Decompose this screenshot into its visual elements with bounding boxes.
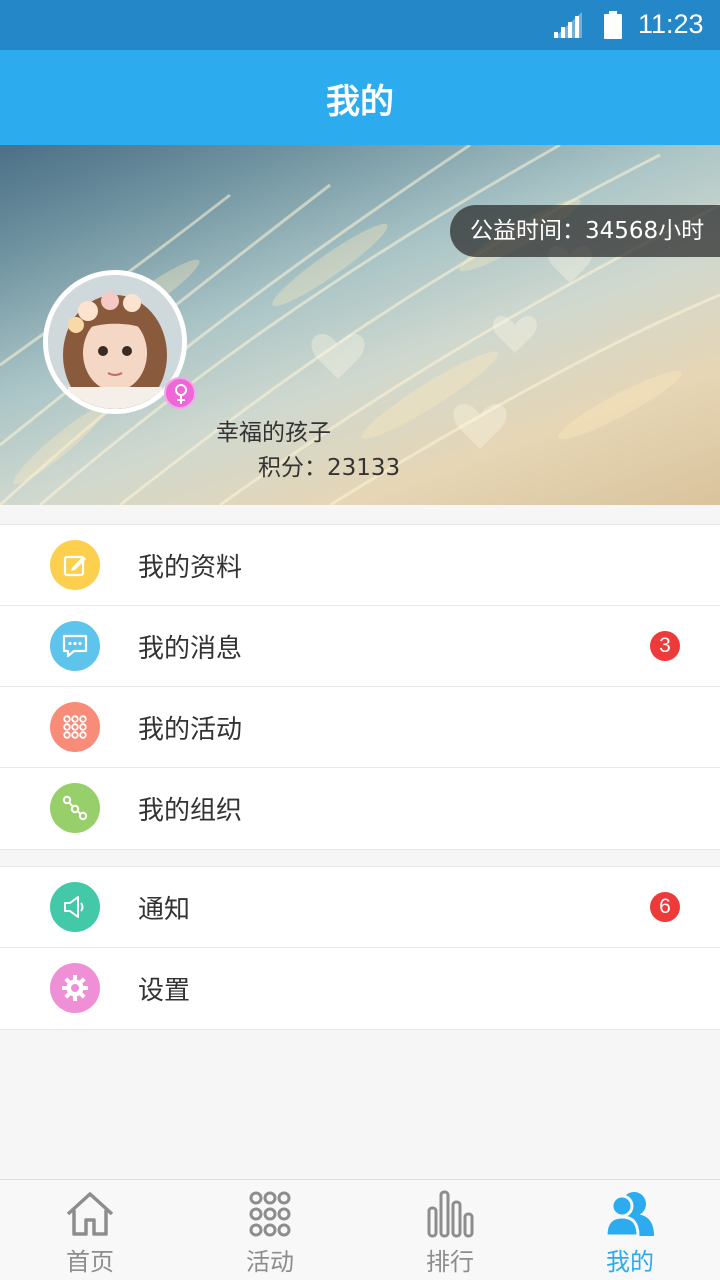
bar-chart-icon bbox=[427, 1190, 474, 1238]
signal-icon bbox=[554, 12, 582, 38]
menu-item-label: 我的消息 bbox=[138, 634, 243, 664]
menu-item-label: 通知 bbox=[138, 895, 191, 925]
nodes-icon bbox=[50, 783, 100, 833]
battery-icon bbox=[604, 11, 622, 39]
people-icon bbox=[604, 1192, 654, 1238]
tab-label: 活动 bbox=[246, 1248, 294, 1276]
username: 幸福的孩子 bbox=[216, 420, 331, 446]
tab-label: 排行 bbox=[426, 1248, 474, 1276]
menu-item-label: 我的活动 bbox=[138, 715, 243, 745]
message-icon bbox=[50, 621, 100, 671]
tab-activities[interactable]: 活动 bbox=[180, 1180, 360, 1280]
menu-item-organization[interactable]: 我的组织 bbox=[0, 768, 720, 849]
edit-icon bbox=[50, 540, 100, 590]
menu-secondary: 通知 6 设置 bbox=[0, 866, 720, 1030]
tab-mine[interactable]: 我的 bbox=[540, 1180, 720, 1280]
menu-item-label: 我的组织 bbox=[138, 796, 243, 826]
bottom-tab-bar: 首页 活动 排行 我的 bbox=[0, 1179, 720, 1280]
status-time: 11:23 bbox=[638, 9, 704, 39]
avatar-photo bbox=[48, 275, 182, 409]
title-bar: 我的 bbox=[0, 50, 720, 145]
grid-dots-icon bbox=[249, 1191, 291, 1237]
unread-badge: 3 bbox=[650, 631, 680, 661]
menu-item-label: 我的资料 bbox=[138, 553, 243, 583]
tab-home[interactable]: 首页 bbox=[0, 1180, 180, 1280]
unread-badge: 6 bbox=[650, 892, 680, 922]
menu-item-notifications[interactable]: 通知 6 bbox=[0, 867, 720, 948]
status-bar: 11:23 bbox=[0, 0, 720, 50]
points: 积分：23133 bbox=[258, 455, 401, 481]
menu-item-label: 设置 bbox=[138, 976, 191, 1006]
speaker-icon bbox=[50, 882, 100, 932]
tab-ranking[interactable]: 排行 bbox=[360, 1180, 540, 1280]
menu-item-messages[interactable]: 我的消息 3 bbox=[0, 606, 720, 687]
menu-primary: 我的资料 我的消息 3 我的活动 我的组织 bbox=[0, 524, 720, 850]
tab-label: 我的 bbox=[606, 1248, 654, 1276]
service-hours-badge: 公益时间：34568小时 bbox=[450, 205, 720, 257]
profile-banner: 公益时间：34568小时 幸福的孩子 积分：23133 bbox=[0, 145, 720, 505]
grid-dots-icon bbox=[50, 702, 100, 752]
tab-label: 首页 bbox=[66, 1248, 114, 1276]
page-title: 我的 bbox=[326, 82, 394, 122]
gear-icon bbox=[50, 963, 100, 1013]
menu-item-activities[interactable]: 我的活动 bbox=[0, 687, 720, 768]
home-icon bbox=[66, 1192, 114, 1236]
female-icon bbox=[164, 377, 196, 409]
menu-item-settings[interactable]: 设置 bbox=[0, 948, 720, 1029]
menu-item-profile[interactable]: 我的资料 bbox=[0, 525, 720, 606]
